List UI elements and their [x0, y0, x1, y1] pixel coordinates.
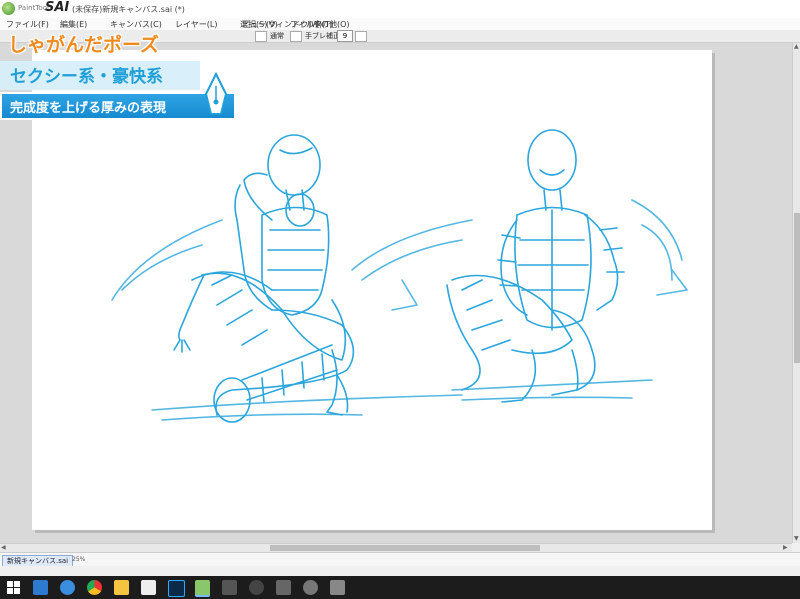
document-title: (未保存)新規キャンバス.sai (*)	[72, 5, 185, 14]
file-tab-bar: 新規キャンバス.sai 25%	[0, 552, 800, 567]
sketch-figure-left	[173, 134, 355, 423]
photoshop-icon[interactable]	[168, 580, 185, 597]
app-icon-3[interactable]	[276, 580, 291, 595]
app-icon-2[interactable]	[249, 580, 264, 595]
status-bar	[0, 566, 800, 576]
horizontal-scroll-thumb[interactable]	[270, 545, 540, 551]
menu-canvas[interactable]: キャンバス(C)	[110, 19, 162, 30]
app-icon[interactable]	[222, 580, 237, 595]
file-zoom: 25%	[72, 556, 86, 563]
overlay-subtitle: セクシー系・豪快系	[10, 67, 163, 87]
chrome-icon[interactable]	[87, 580, 102, 595]
menu-other[interactable]: その他(O)	[313, 19, 350, 30]
app-icon-5[interactable]	[330, 580, 345, 595]
app-icon-4[interactable]	[303, 580, 318, 595]
stabilizer-value[interactable]: 9	[337, 30, 353, 42]
title-bar: PaintTool SAI (未保存)新規キャンバス.sai (*)	[0, 0, 800, 19]
windows-start-icon[interactable]	[6, 580, 21, 595]
sketch-ground-lines	[111, 199, 688, 421]
scroll-down-arrow-icon[interactable]: ▼	[794, 535, 799, 542]
menu-file[interactable]: ファイル(F)	[6, 19, 49, 30]
pen-nib-icon	[204, 72, 228, 115]
task-view-icon[interactable]	[33, 580, 48, 595]
edge-icon[interactable]	[60, 580, 75, 595]
menu-layer[interactable]: レイヤー(L)	[175, 19, 217, 30]
stabilizer-dropdown-button[interactable]	[355, 31, 367, 42]
stabilizer-button[interactable]	[290, 31, 302, 42]
vertical-scrollbar[interactable]: ▲ ▼	[792, 43, 800, 543]
scroll-up-arrow-icon[interactable]: ▲	[794, 43, 799, 50]
blend-mode-label[interactable]: 通常	[270, 31, 284, 41]
file-explorer-icon[interactable]	[114, 580, 129, 595]
overlay-caption: 完成度を上げる厚みの表現	[10, 101, 167, 116]
stabilizer-label: 手ブレ補正	[305, 32, 340, 40]
scroll-right-arrow-icon[interactable]: ▶	[783, 544, 788, 551]
app-logo-icon	[2, 2, 15, 15]
sai-icon[interactable]	[195, 580, 210, 597]
menu-edit[interactable]: 編集(E)	[60, 19, 87, 30]
app-name: SAI	[45, 0, 70, 15]
toolbar-button[interactable]	[255, 31, 267, 42]
tutorial-overlay: しゃがんだポーズ セクシー系・豪快系 完成度を上げる厚みの表現	[0, 30, 240, 124]
sketch-figure-right	[446, 129, 625, 403]
scroll-left-arrow-icon[interactable]: ◀	[1, 544, 6, 551]
vertical-scroll-thumb[interactable]	[794, 213, 800, 363]
overlay-title: しゃがんだポーズ	[8, 34, 160, 56]
windows-taskbar	[0, 576, 800, 599]
menu-bar: ファイル(F) 編集(E) キャンバス(C) レイヤー(L) 選択(S) フィル…	[0, 18, 800, 30]
store-icon[interactable]	[141, 580, 156, 595]
